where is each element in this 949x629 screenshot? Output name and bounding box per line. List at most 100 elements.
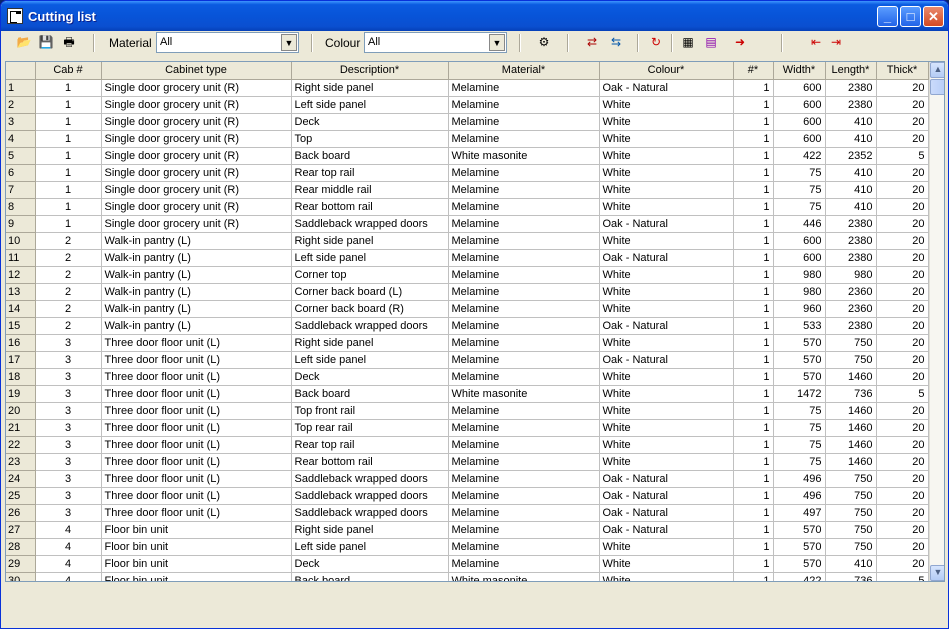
table-row[interactable]: 5 1 Single door grocery unit (R) Back board…	[6, 147, 929, 165]
settings-icon[interactable]: ⚙	[535, 34, 553, 52]
description-cell[interactable]: Left side panel	[291, 538, 449, 556]
row-number[interactable]: 18	[6, 368, 36, 386]
table-row[interactable]: 23 3 Three door floor unit (L) Rear bottom …	[6, 453, 929, 471]
table-row[interactable]: 11 2 Walk-in pantry (L) Left side panel Mela…	[6, 249, 929, 267]
table-row[interactable]: 14 2 Walk-in pantry (L) Corner back board (…	[6, 300, 929, 318]
thick-cell[interactable]: 20	[876, 555, 929, 573]
row-number[interactable]: 30	[6, 572, 36, 581]
quantity-cell[interactable]: 1	[733, 317, 774, 335]
material-cell[interactable]: Melamine	[448, 232, 600, 250]
column-header-corner[interactable]	[6, 62, 36, 80]
row-number[interactable]: 10	[6, 232, 36, 250]
cab-number-cell[interactable]: 1	[35, 164, 102, 182]
column-header-quantity[interactable]: #*	[733, 62, 774, 80]
cabinet-type-cell[interactable]: Three door floor unit (L)	[101, 504, 292, 522]
description-cell[interactable]: Corner top	[291, 266, 449, 284]
length-cell[interactable]: 2380	[825, 79, 877, 97]
length-cell[interactable]: 2360	[825, 283, 877, 301]
material-cell[interactable]: Melamine	[448, 453, 600, 471]
cab-number-cell[interactable]: 3	[35, 402, 102, 420]
row-number[interactable]: 13	[6, 283, 36, 301]
cabinet-type-cell[interactable]: Walk-in pantry (L)	[101, 249, 292, 267]
description-cell[interactable]: Left side panel	[291, 96, 449, 114]
row-number[interactable]: 19	[6, 385, 36, 403]
colour-cell[interactable]: Oak - Natural	[599, 351, 734, 369]
description-cell[interactable]: Rear middle rail	[291, 181, 449, 199]
thick-cell[interactable]: 20	[876, 79, 929, 97]
quantity-cell[interactable]: 1	[733, 164, 774, 182]
row-number[interactable]: 25	[6, 487, 36, 505]
length-cell[interactable]: 2360	[825, 300, 877, 318]
refresh-icon[interactable]: ↻	[647, 34, 665, 52]
row-number[interactable]: 8	[6, 198, 36, 216]
colour-cell[interactable]: White	[599, 181, 734, 199]
description-cell[interactable]: Saddleback wrapped doors	[291, 504, 449, 522]
width-cell[interactable]: 446	[773, 215, 826, 233]
cabinet-type-cell[interactable]: Three door floor unit (L)	[101, 487, 292, 505]
thick-cell[interactable]: 20	[876, 181, 929, 199]
material-cell[interactable]: Melamine	[448, 164, 600, 182]
row-number[interactable]: 27	[6, 521, 36, 539]
cab-number-cell[interactable]: 1	[35, 79, 102, 97]
column-header-colour[interactable]: Colour*	[599, 62, 734, 80]
row-number[interactable]: 17	[6, 351, 36, 369]
table-row[interactable]: 9 1 Single door grocery unit (R) Saddleback…	[6, 215, 929, 233]
save-icon[interactable]: 💾	[37, 34, 55, 52]
scroll-up-button[interactable]: ▲	[930, 62, 944, 78]
cab-number-cell[interactable]: 1	[35, 198, 102, 216]
colour-cell[interactable]: Oak - Natural	[599, 215, 734, 233]
thick-cell[interactable]: 5	[876, 572, 929, 581]
colour-select[interactable]: All ▼	[364, 32, 507, 53]
material-cell[interactable]: Melamine	[448, 113, 600, 131]
thick-cell[interactable]: 20	[876, 215, 929, 233]
thick-cell[interactable]: 20	[876, 164, 929, 182]
material-cell[interactable]: Melamine	[448, 351, 600, 369]
cab-number-cell[interactable]: 3	[35, 351, 102, 369]
length-cell[interactable]: 410	[825, 164, 877, 182]
quantity-cell[interactable]: 1	[733, 215, 774, 233]
table-row[interactable]: 15 2 Walk-in pantry (L) Saddleback wrapped …	[6, 317, 929, 335]
colour-cell[interactable]: White	[599, 198, 734, 216]
colour-cell[interactable]: White	[599, 113, 734, 131]
cabinet-type-cell[interactable]: Walk-in pantry (L)	[101, 300, 292, 318]
table-row[interactable]: 7 1 Single door grocery unit (R) Rear middl…	[6, 181, 929, 199]
material-cell[interactable]: Melamine	[448, 521, 600, 539]
column-header-cabinet-type[interactable]: Cabinet type	[101, 62, 292, 80]
colour-cell[interactable]: White	[599, 164, 734, 182]
cabinet-type-cell[interactable]: Walk-in pantry (L)	[101, 232, 292, 250]
row-number[interactable]: 16	[6, 334, 36, 352]
cab-number-cell[interactable]: 3	[35, 504, 102, 522]
description-cell[interactable]: Top	[291, 130, 449, 148]
quantity-cell[interactable]: 1	[733, 419, 774, 437]
thick-cell[interactable]: 20	[876, 130, 929, 148]
width-cell[interactable]: 600	[773, 249, 826, 267]
cabinet-type-cell[interactable]: Three door floor unit (L)	[101, 402, 292, 420]
table-row[interactable]: 17 3 Three door floor unit (L) Left side pa…	[6, 351, 929, 369]
thick-cell[interactable]: 20	[876, 470, 929, 488]
width-cell[interactable]: 496	[773, 470, 826, 488]
length-cell[interactable]: 750	[825, 334, 877, 352]
colour-cell[interactable]: White	[599, 402, 734, 420]
material-cell[interactable]: Melamine	[448, 504, 600, 522]
width-cell[interactable]: 75	[773, 402, 826, 420]
width-cell[interactable]: 75	[773, 453, 826, 471]
length-cell[interactable]: 410	[825, 181, 877, 199]
thick-cell[interactable]: 20	[876, 368, 929, 386]
length-cell[interactable]: 1460	[825, 402, 877, 420]
colour-cell[interactable]: White	[599, 232, 734, 250]
length-cell[interactable]: 2380	[825, 96, 877, 114]
cabinet-type-cell[interactable]: Floor bin unit	[101, 555, 292, 573]
cab-number-cell[interactable]: 3	[35, 436, 102, 454]
cabinet-type-cell[interactable]: Single door grocery unit (R)	[101, 113, 292, 131]
material-cell[interactable]: Melamine	[448, 79, 600, 97]
material-cell[interactable]: White masonite	[448, 385, 600, 403]
thick-cell[interactable]: 20	[876, 232, 929, 250]
quantity-cell[interactable]: 1	[733, 436, 774, 454]
description-cell[interactable]: Left side panel	[291, 351, 449, 369]
width-cell[interactable]: 570	[773, 351, 826, 369]
thick-cell[interactable]: 20	[876, 317, 929, 335]
length-cell[interactable]: 2380	[825, 215, 877, 233]
colour-cell[interactable]: White	[599, 130, 734, 148]
colour-cell[interactable]: White	[599, 147, 734, 165]
colour-cell[interactable]: White	[599, 419, 734, 437]
